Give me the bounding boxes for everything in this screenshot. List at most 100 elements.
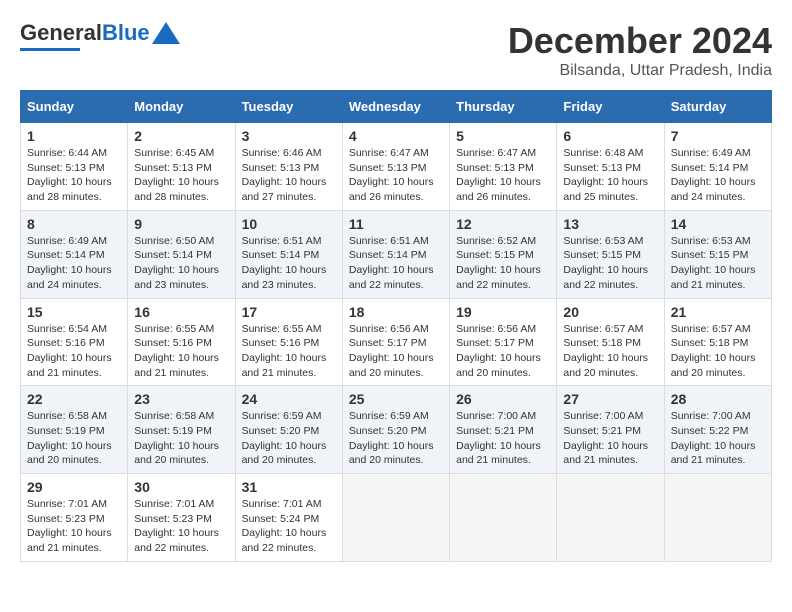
day-info: Sunrise: 7:00 AMSunset: 5:22 PMDaylight:… — [671, 410, 756, 466]
day-info: Sunrise: 6:56 AMSunset: 5:17 PMDaylight:… — [456, 323, 541, 379]
day-info: Sunrise: 7:00 AMSunset: 5:21 PMDaylight:… — [563, 410, 648, 466]
calendar-table: Sunday Monday Tuesday Wednesday Thursday… — [20, 90, 772, 562]
day-number: 27 — [563, 391, 657, 407]
day-info: Sunrise: 6:53 AMSunset: 5:15 PMDaylight:… — [563, 235, 648, 291]
day-number: 22 — [27, 391, 121, 407]
table-cell: 5 Sunrise: 6:47 AMSunset: 5:13 PMDayligh… — [450, 123, 557, 211]
table-cell — [664, 474, 771, 562]
day-info: Sunrise: 6:58 AMSunset: 5:19 PMDaylight:… — [27, 410, 112, 466]
table-cell — [342, 474, 449, 562]
location-title: Bilsanda, Uttar Pradesh, India — [508, 62, 772, 80]
table-cell: 12 Sunrise: 6:52 AMSunset: 5:15 PMDaylig… — [450, 210, 557, 298]
day-info: Sunrise: 6:45 AMSunset: 5:13 PMDaylight:… — [134, 147, 219, 203]
header-friday: Friday — [557, 91, 664, 123]
day-info: Sunrise: 6:44 AMSunset: 5:13 PMDaylight:… — [27, 147, 112, 203]
table-cell: 8 Sunrise: 6:49 AMSunset: 5:14 PMDayligh… — [21, 210, 128, 298]
day-number: 2 — [134, 128, 228, 144]
table-cell: 31 Sunrise: 7:01 AMSunset: 5:24 PMDaylig… — [235, 474, 342, 562]
header-wednesday: Wednesday — [342, 91, 449, 123]
day-info: Sunrise: 6:56 AMSunset: 5:17 PMDaylight:… — [349, 323, 434, 379]
day-info: Sunrise: 7:01 AMSunset: 5:23 PMDaylight:… — [134, 498, 219, 554]
table-cell: 13 Sunrise: 6:53 AMSunset: 5:15 PMDaylig… — [557, 210, 664, 298]
day-number: 9 — [134, 216, 228, 232]
table-cell: 30 Sunrise: 7:01 AMSunset: 5:23 PMDaylig… — [128, 474, 235, 562]
table-cell: 3 Sunrise: 6:46 AMSunset: 5:13 PMDayligh… — [235, 123, 342, 211]
table-cell: 9 Sunrise: 6:50 AMSunset: 5:14 PMDayligh… — [128, 210, 235, 298]
header-sunday: Sunday — [21, 91, 128, 123]
day-number: 31 — [242, 479, 336, 495]
day-info: Sunrise: 6:54 AMSunset: 5:16 PMDaylight:… — [27, 323, 112, 379]
day-number: 1 — [27, 128, 121, 144]
header-monday: Monday — [128, 91, 235, 123]
day-info: Sunrise: 6:57 AMSunset: 5:18 PMDaylight:… — [671, 323, 756, 379]
day-number: 24 — [242, 391, 336, 407]
day-number: 25 — [349, 391, 443, 407]
table-cell: 1 Sunrise: 6:44 AMSunset: 5:13 PMDayligh… — [21, 123, 128, 211]
table-cell — [557, 474, 664, 562]
day-number: 19 — [456, 304, 550, 320]
table-cell: 19 Sunrise: 6:56 AMSunset: 5:17 PMDaylig… — [450, 298, 557, 386]
week-row-4: 22 Sunrise: 6:58 AMSunset: 5:19 PMDaylig… — [21, 386, 772, 474]
day-number: 26 — [456, 391, 550, 407]
day-number: 18 — [349, 304, 443, 320]
day-number: 7 — [671, 128, 765, 144]
calendar-header-row: Sunday Monday Tuesday Wednesday Thursday… — [21, 91, 772, 123]
day-number: 3 — [242, 128, 336, 144]
day-info: Sunrise: 6:46 AMSunset: 5:13 PMDaylight:… — [242, 147, 327, 203]
table-cell: 24 Sunrise: 6:59 AMSunset: 5:20 PMDaylig… — [235, 386, 342, 474]
table-cell: 27 Sunrise: 7:00 AMSunset: 5:21 PMDaylig… — [557, 386, 664, 474]
day-info: Sunrise: 7:01 AMSunset: 5:23 PMDaylight:… — [27, 498, 112, 554]
day-number: 21 — [671, 304, 765, 320]
table-cell: 15 Sunrise: 6:54 AMSunset: 5:16 PMDaylig… — [21, 298, 128, 386]
day-info: Sunrise: 6:47 AMSunset: 5:13 PMDaylight:… — [349, 147, 434, 203]
header-saturday: Saturday — [664, 91, 771, 123]
day-number: 16 — [134, 304, 228, 320]
table-cell — [450, 474, 557, 562]
day-info: Sunrise: 6:51 AMSunset: 5:14 PMDaylight:… — [242, 235, 327, 291]
day-number: 17 — [242, 304, 336, 320]
day-info: Sunrise: 6:55 AMSunset: 5:16 PMDaylight:… — [242, 323, 327, 379]
logo-blue: Blue — [102, 20, 150, 46]
table-cell: 11 Sunrise: 6:51 AMSunset: 5:14 PMDaylig… — [342, 210, 449, 298]
table-cell: 28 Sunrise: 7:00 AMSunset: 5:22 PMDaylig… — [664, 386, 771, 474]
table-cell: 29 Sunrise: 7:01 AMSunset: 5:23 PMDaylig… — [21, 474, 128, 562]
day-info: Sunrise: 6:55 AMSunset: 5:16 PMDaylight:… — [134, 323, 219, 379]
day-info: Sunrise: 6:49 AMSunset: 5:14 PMDaylight:… — [27, 235, 112, 291]
day-info: Sunrise: 6:59 AMSunset: 5:20 PMDaylight:… — [242, 410, 327, 466]
table-cell: 18 Sunrise: 6:56 AMSunset: 5:17 PMDaylig… — [342, 298, 449, 386]
table-cell: 7 Sunrise: 6:49 AMSunset: 5:14 PMDayligh… — [664, 123, 771, 211]
logo-arrow-icon — [152, 22, 180, 44]
title-area: December 2024 Bilsanda, Uttar Pradesh, I… — [508, 20, 772, 80]
logo: General Blue — [20, 20, 180, 51]
day-number: 20 — [563, 304, 657, 320]
table-cell: 4 Sunrise: 6:47 AMSunset: 5:13 PMDayligh… — [342, 123, 449, 211]
day-number: 14 — [671, 216, 765, 232]
logo-general: General — [20, 20, 102, 46]
day-number: 12 — [456, 216, 550, 232]
table-cell: 22 Sunrise: 6:58 AMSunset: 5:19 PMDaylig… — [21, 386, 128, 474]
week-row-3: 15 Sunrise: 6:54 AMSunset: 5:16 PMDaylig… — [21, 298, 772, 386]
table-cell: 26 Sunrise: 7:00 AMSunset: 5:21 PMDaylig… — [450, 386, 557, 474]
day-number: 10 — [242, 216, 336, 232]
day-number: 28 — [671, 391, 765, 407]
day-number: 30 — [134, 479, 228, 495]
table-cell: 17 Sunrise: 6:55 AMSunset: 5:16 PMDaylig… — [235, 298, 342, 386]
day-info: Sunrise: 6:48 AMSunset: 5:13 PMDaylight:… — [563, 147, 648, 203]
day-number: 13 — [563, 216, 657, 232]
day-number: 8 — [27, 216, 121, 232]
table-cell: 2 Sunrise: 6:45 AMSunset: 5:13 PMDayligh… — [128, 123, 235, 211]
table-cell: 6 Sunrise: 6:48 AMSunset: 5:13 PMDayligh… — [557, 123, 664, 211]
table-cell: 25 Sunrise: 6:59 AMSunset: 5:20 PMDaylig… — [342, 386, 449, 474]
week-row-5: 29 Sunrise: 7:01 AMSunset: 5:23 PMDaylig… — [21, 474, 772, 562]
day-number: 15 — [27, 304, 121, 320]
table-cell: 21 Sunrise: 6:57 AMSunset: 5:18 PMDaylig… — [664, 298, 771, 386]
day-number: 6 — [563, 128, 657, 144]
day-info: Sunrise: 7:00 AMSunset: 5:21 PMDaylight:… — [456, 410, 541, 466]
page-header: General Blue December 2024 Bilsanda, Utt… — [20, 20, 772, 80]
table-cell: 10 Sunrise: 6:51 AMSunset: 5:14 PMDaylig… — [235, 210, 342, 298]
header-tuesday: Tuesday — [235, 91, 342, 123]
day-info: Sunrise: 6:49 AMSunset: 5:14 PMDaylight:… — [671, 147, 756, 203]
table-cell: 16 Sunrise: 6:55 AMSunset: 5:16 PMDaylig… — [128, 298, 235, 386]
day-info: Sunrise: 6:51 AMSunset: 5:14 PMDaylight:… — [349, 235, 434, 291]
day-number: 5 — [456, 128, 550, 144]
